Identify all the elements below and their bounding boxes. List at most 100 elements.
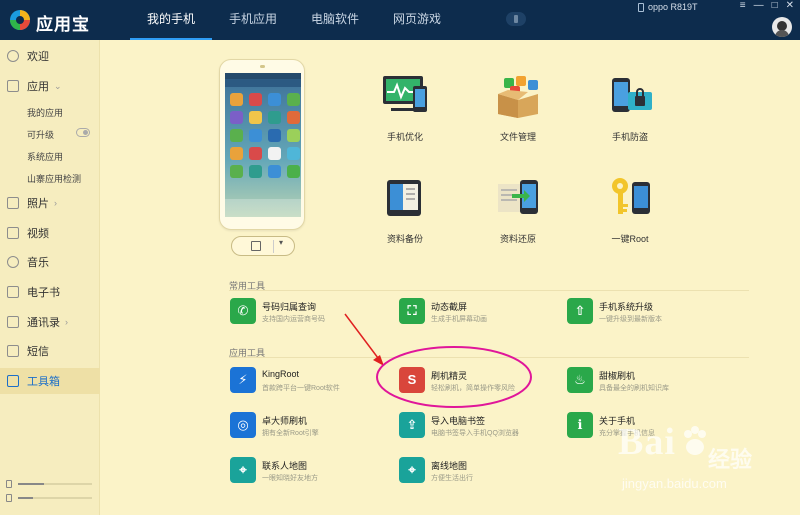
sidebar-item-label: 应用 <box>27 81 49 93</box>
backup-icon <box>387 180 421 216</box>
title-bar: 应用宝 我的手机 手机应用 电脑软件 网页游戏 oppo R819T ≡ — □… <box>0 0 800 40</box>
sidebar-item-label: 视频 <box>27 228 49 240</box>
phone-storage-indicator <box>6 480 92 488</box>
tool-desc: 生成手机屏幕动画 <box>431 316 487 323</box>
tool-anti-theft[interactable]: 手机防盗 <box>582 74 678 154</box>
phone-app-icon <box>287 129 300 142</box>
sidebar-item-ebooks[interactable]: 电子书 <box>0 279 100 305</box>
tool-dynamic-screenshot[interactable]: ⛶ 动态截屏 生成手机屏幕动画 <box>399 298 549 328</box>
sidebar-item-label: 欢迎 <box>27 51 49 63</box>
phone-app-icon <box>249 111 262 124</box>
tool-desc: 首款跨平台一键Root软件 <box>262 385 340 392</box>
sidebar-subitem-upgradable[interactable]: 可升级 <box>27 128 54 141</box>
tool-kingroot[interactable]: ⚡ KingRoot 首款跨平台一键Root软件 <box>230 367 380 397</box>
sidebar-item-toolbox[interactable]: 工具箱 <box>0 368 100 394</box>
phone-dock <box>225 199 301 217</box>
maximize-button[interactable]: □ <box>772 0 778 11</box>
tool-desc: 拥有全新Root引擎 <box>262 430 319 437</box>
tool-zhuo-master[interactable]: ◎ 卓大师刷机 拥有全新Root引擎 <box>230 412 380 442</box>
tab-web-games[interactable]: 网页游戏 <box>376 0 458 40</box>
contacts-icon <box>7 316 19 328</box>
tool-name: 导入电脑书签 <box>431 416 486 426</box>
tool-name: 甜椒刷机 <box>599 371 636 381</box>
sidebar-subitem-my-apps[interactable]: 我的应用 <box>27 106 63 119</box>
tool-restore[interactable]: 资料还原 <box>470 176 566 256</box>
tool-label: 资料备份 <box>386 234 423 244</box>
phone-storage-icon <box>6 480 12 488</box>
tool-contact-map[interactable]: ⌖ 联系人地图 一眼知晓好友地方 <box>230 457 380 487</box>
sidebar-item-apps[interactable]: 应用 ⌄ <box>0 73 100 99</box>
tool-file-manager[interactable]: 文件管理 <box>470 74 566 154</box>
phone-optimize-icon <box>383 76 427 112</box>
offline-map-icon: ⌖ <box>399 457 425 483</box>
phone-app-icon <box>268 111 281 124</box>
usb-connection-icon[interactable] <box>506 12 526 26</box>
phone-app-icon <box>249 147 262 160</box>
tab-phone-apps[interactable]: 手机应用 <box>212 0 294 40</box>
tool-desc: 支持国内运营商号码 <box>262 316 325 323</box>
sidebar-item-messages[interactable]: 短信 <box>0 338 100 364</box>
close-button[interactable]: ✕ <box>786 0 794 11</box>
message-icon <box>7 345 19 357</box>
sidebar-subitem-fake-app-check[interactable]: 山寨应用检测 <box>27 172 81 185</box>
menu-button[interactable]: ≡ <box>740 0 746 11</box>
about-phone-icon: ℹ <box>567 412 593 438</box>
compass-icon <box>7 50 19 62</box>
tool-one-click-root[interactable]: 一键Root <box>582 176 678 256</box>
tool-pepper-flash[interactable]: ♨ 甜椒刷机 具备最全的刷机知识库 <box>567 367 717 397</box>
tab-pc-software[interactable]: 电脑软件 <box>294 0 376 40</box>
sidebar-subitem-system-apps[interactable]: 系统应用 <box>27 150 63 163</box>
chevron-down-icon[interactable]: ▾ <box>279 238 283 247</box>
phone-app-icon <box>268 147 281 160</box>
sidebar-item-videos[interactable]: 视频 <box>0 220 100 246</box>
sidebar-item-contacts[interactable]: 通讯录 › <box>0 309 100 335</box>
tool-system-upgrade[interactable]: ⇧ 手机系统升级 一键升级到最新版本 <box>567 298 717 328</box>
tool-desc: 轻松刷机，简单操作零风险 <box>431 385 515 392</box>
phone-app-icon <box>268 93 281 106</box>
phone-lookup-icon: ✆ <box>230 298 256 324</box>
tool-name: 手机系统升级 <box>599 302 654 312</box>
phone-app-icon <box>287 93 300 106</box>
toolbox-icon <box>7 375 19 387</box>
section-divider <box>229 357 749 358</box>
tool-import-bookmarks[interactable]: ⇪ 导入电脑书签 电脑书签导入手机QQ浏览器 <box>399 412 549 442</box>
minimize-button[interactable]: — <box>754 0 764 11</box>
tool-label: 手机优化 <box>386 132 423 142</box>
chevron-right-icon: › <box>65 317 68 327</box>
tool-desc: 电脑书签导入手机QQ浏览器 <box>431 430 519 437</box>
tool-desc: 方便生活出行 <box>431 475 473 482</box>
restore-icon <box>498 180 538 214</box>
tool-label: 资料还原 <box>499 234 536 244</box>
sidebar-item-label: 音乐 <box>27 257 49 269</box>
grid-icon <box>7 80 19 92</box>
system-upgrade-icon: ⇧ <box>567 298 593 324</box>
tab-my-phone[interactable]: 我的手机 <box>130 0 213 40</box>
screenshot-icon[interactable] <box>251 241 261 251</box>
file-manager-icon <box>498 76 538 118</box>
sidebar-item-label: 电子书 <box>27 287 60 299</box>
sidebar-item-music[interactable]: 音乐 <box>0 249 100 275</box>
phone-screen[interactable] <box>225 73 301 217</box>
upgrade-toggle[interactable] <box>76 128 90 137</box>
phone-app-icon <box>287 165 300 178</box>
tool-flash-wizard[interactable]: S 刷机精灵 轻松刷机，简单操作零风险 <box>399 367 549 397</box>
book-icon <box>7 286 19 298</box>
tool-offline-map[interactable]: ⌖ 离线地图 方便生活出行 <box>399 457 549 487</box>
tool-name: 卓大师刷机 <box>262 416 308 426</box>
sidebar-item-welcome[interactable]: 欢迎 <box>0 43 100 69</box>
app-name: 应用宝 <box>36 15 90 34</box>
app-logo-icon <box>10 10 30 30</box>
tool-number-lookup[interactable]: ✆ 号码归属查询 支持国内运营商号码 <box>230 298 380 328</box>
tool-name: 动态截屏 <box>431 302 468 312</box>
video-icon <box>7 227 19 239</box>
tool-name: KingRoot <box>262 369 300 379</box>
tool-backup[interactable]: 资料备份 <box>357 176 453 256</box>
screenshot-control: ▾ <box>231 236 295 256</box>
phone-preview <box>219 59 305 230</box>
tool-phone-optimize[interactable]: 手机优化 <box>357 74 453 154</box>
user-avatar[interactable] <box>772 17 792 37</box>
sidebar-item-photos[interactable]: 照片 › <box>0 190 100 216</box>
image-icon <box>7 197 19 209</box>
flash-wizard-icon: S <box>399 367 425 393</box>
phone-app-icon <box>230 165 243 178</box>
